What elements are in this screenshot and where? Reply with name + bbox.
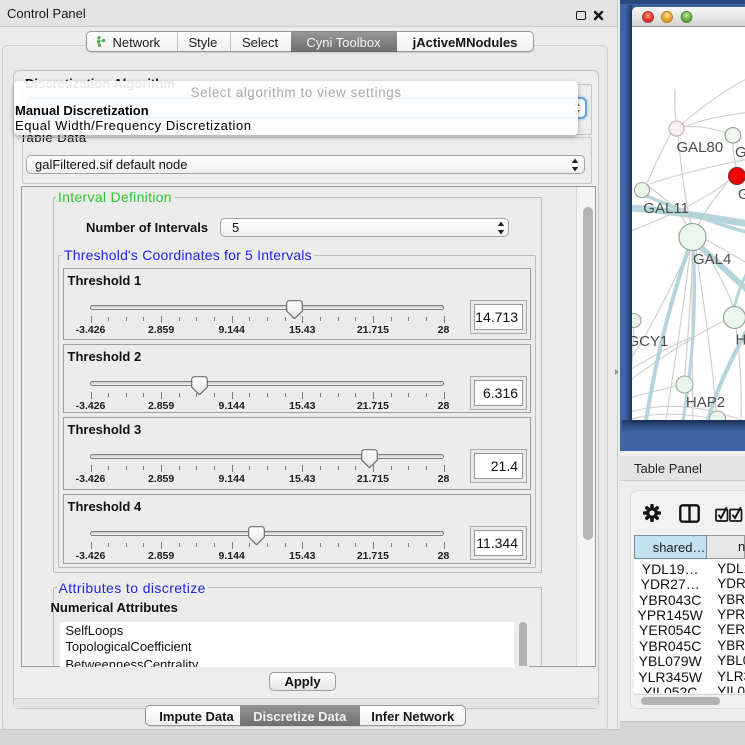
svg-text:GAL11: GAL11	[643, 200, 689, 217]
svg-text:H: H	[735, 332, 745, 349]
svg-text:GCY1: GCY1	[632, 333, 668, 350]
svg-text:GAL4: GAL4	[693, 251, 731, 268]
svg-text:GAL80: GAL80	[676, 139, 723, 156]
svg-text:GA: GA	[735, 144, 745, 161]
svg-text:HAP2: HAP2	[685, 394, 724, 411]
svg-text:G: G	[738, 186, 745, 203]
